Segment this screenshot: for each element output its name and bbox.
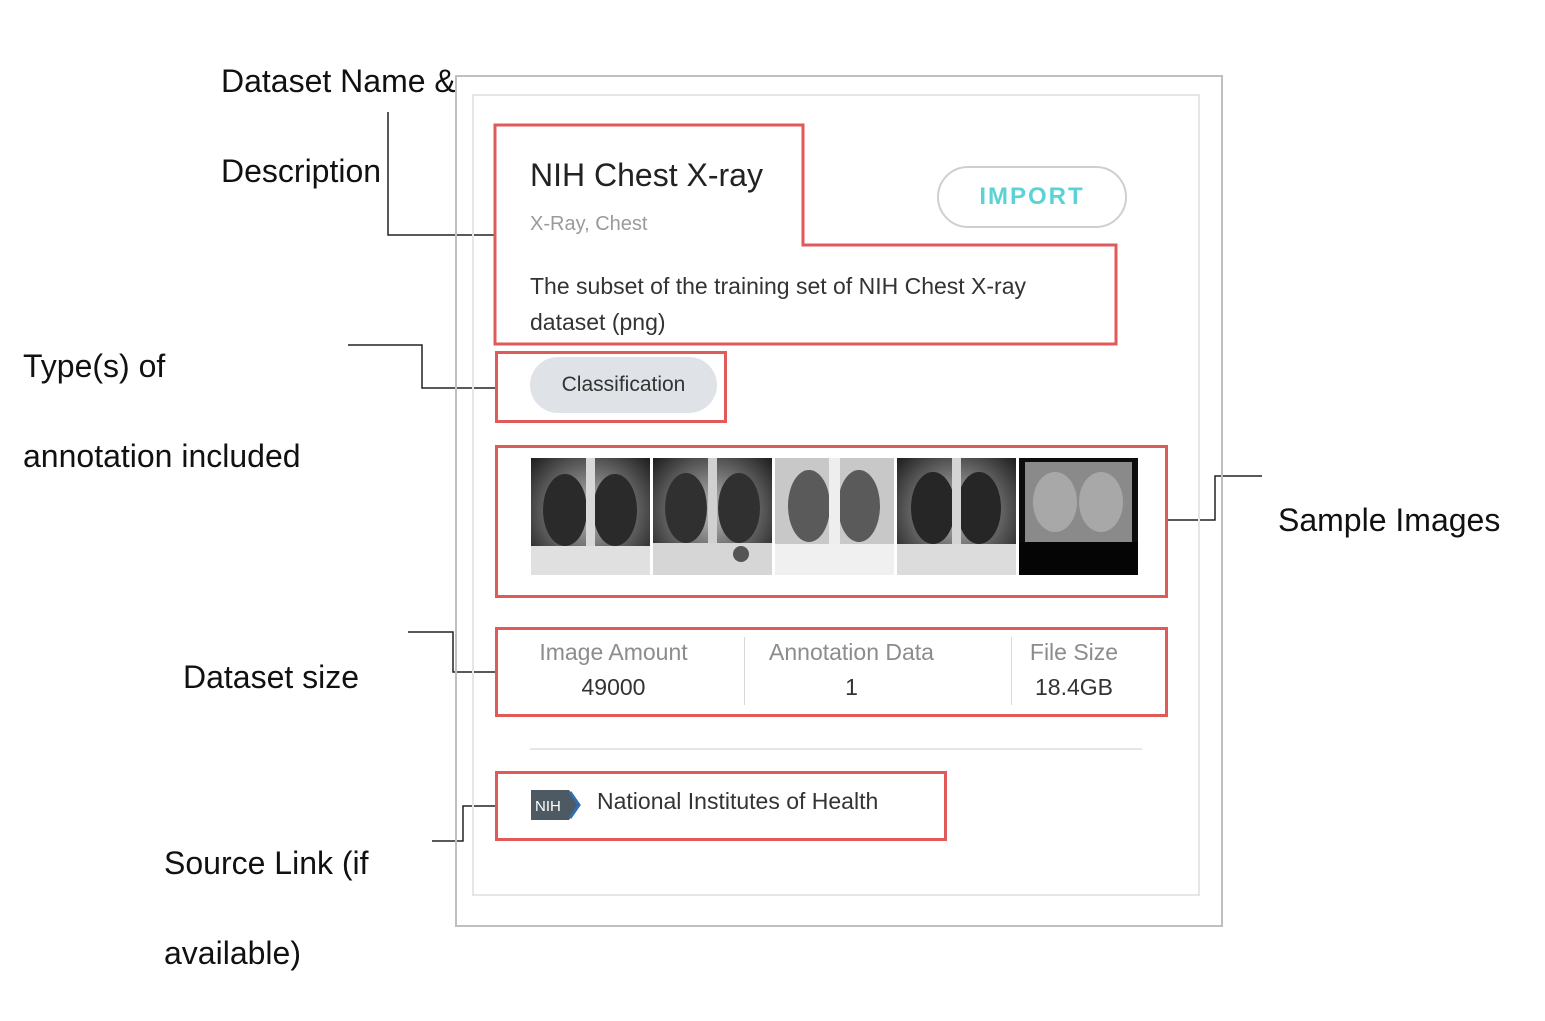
- callout-text: Type(s) of: [23, 348, 166, 384]
- stat-file-size: File Size 18.4GB: [1022, 639, 1126, 701]
- stat-annotation-data: Annotation Data 1: [760, 639, 943, 701]
- callout-text: Dataset size: [183, 659, 360, 695]
- callout-name-desc: Dataset Name & Description: [221, 14, 456, 239]
- stat-label: File Size: [1029, 639, 1119, 665]
- callout-annotation-types: Type(s) of annotation included: [23, 299, 301, 524]
- nih-logo-text: NIH: [535, 798, 561, 815]
- callout-source-link: Source Link (if available): [164, 796, 369, 1021]
- stat-value: 18.4GB: [1035, 674, 1113, 700]
- stat-value: 1: [845, 674, 858, 700]
- annotation-type-chip[interactable]: Classification: [530, 357, 717, 413]
- nih-logo-icon: NIH: [531, 790, 581, 820]
- import-button[interactable]: IMPORT: [937, 166, 1127, 228]
- dataset-tags: X-Ray, Chest: [530, 213, 648, 235]
- callout-text: Dataset Name &: [221, 63, 456, 99]
- dataset-title: NIH Chest X-ray: [530, 157, 763, 193]
- callout-text: annotation included: [23, 438, 301, 474]
- card-divider: [530, 748, 1142, 750]
- sample-xray-image[interactable]: [531, 458, 650, 575]
- callout-text: Source Link (if: [164, 845, 369, 881]
- callout-dataset-size: Dataset size: [183, 610, 359, 745]
- stat-divider: [1011, 637, 1012, 705]
- stat-divider: [744, 637, 745, 705]
- callout-text: Description: [221, 153, 382, 189]
- sample-xray-image[interactable]: [653, 458, 772, 575]
- stat-value: 49000: [581, 674, 646, 700]
- dataset-description: The subset of the training set of NIH Ch…: [530, 273, 1027, 335]
- source-link[interactable]: National Institutes of Health: [597, 788, 878, 815]
- stat-label: Image Amount: [539, 639, 688, 665]
- sample-xray-image[interactable]: [775, 458, 894, 575]
- sample-xray-image[interactable]: [1019, 458, 1138, 575]
- callout-text: Sample Images: [1278, 502, 1501, 538]
- sample-images-strip: [531, 458, 1138, 575]
- stat-label: Annotation Data: [769, 639, 934, 665]
- stat-image-amount: Image Amount 49000: [530, 639, 697, 701]
- callout-text: available): [164, 935, 301, 971]
- callout-sample-images: Sample Images: [1278, 453, 1500, 588]
- sample-xray-image[interactable]: [897, 458, 1016, 575]
